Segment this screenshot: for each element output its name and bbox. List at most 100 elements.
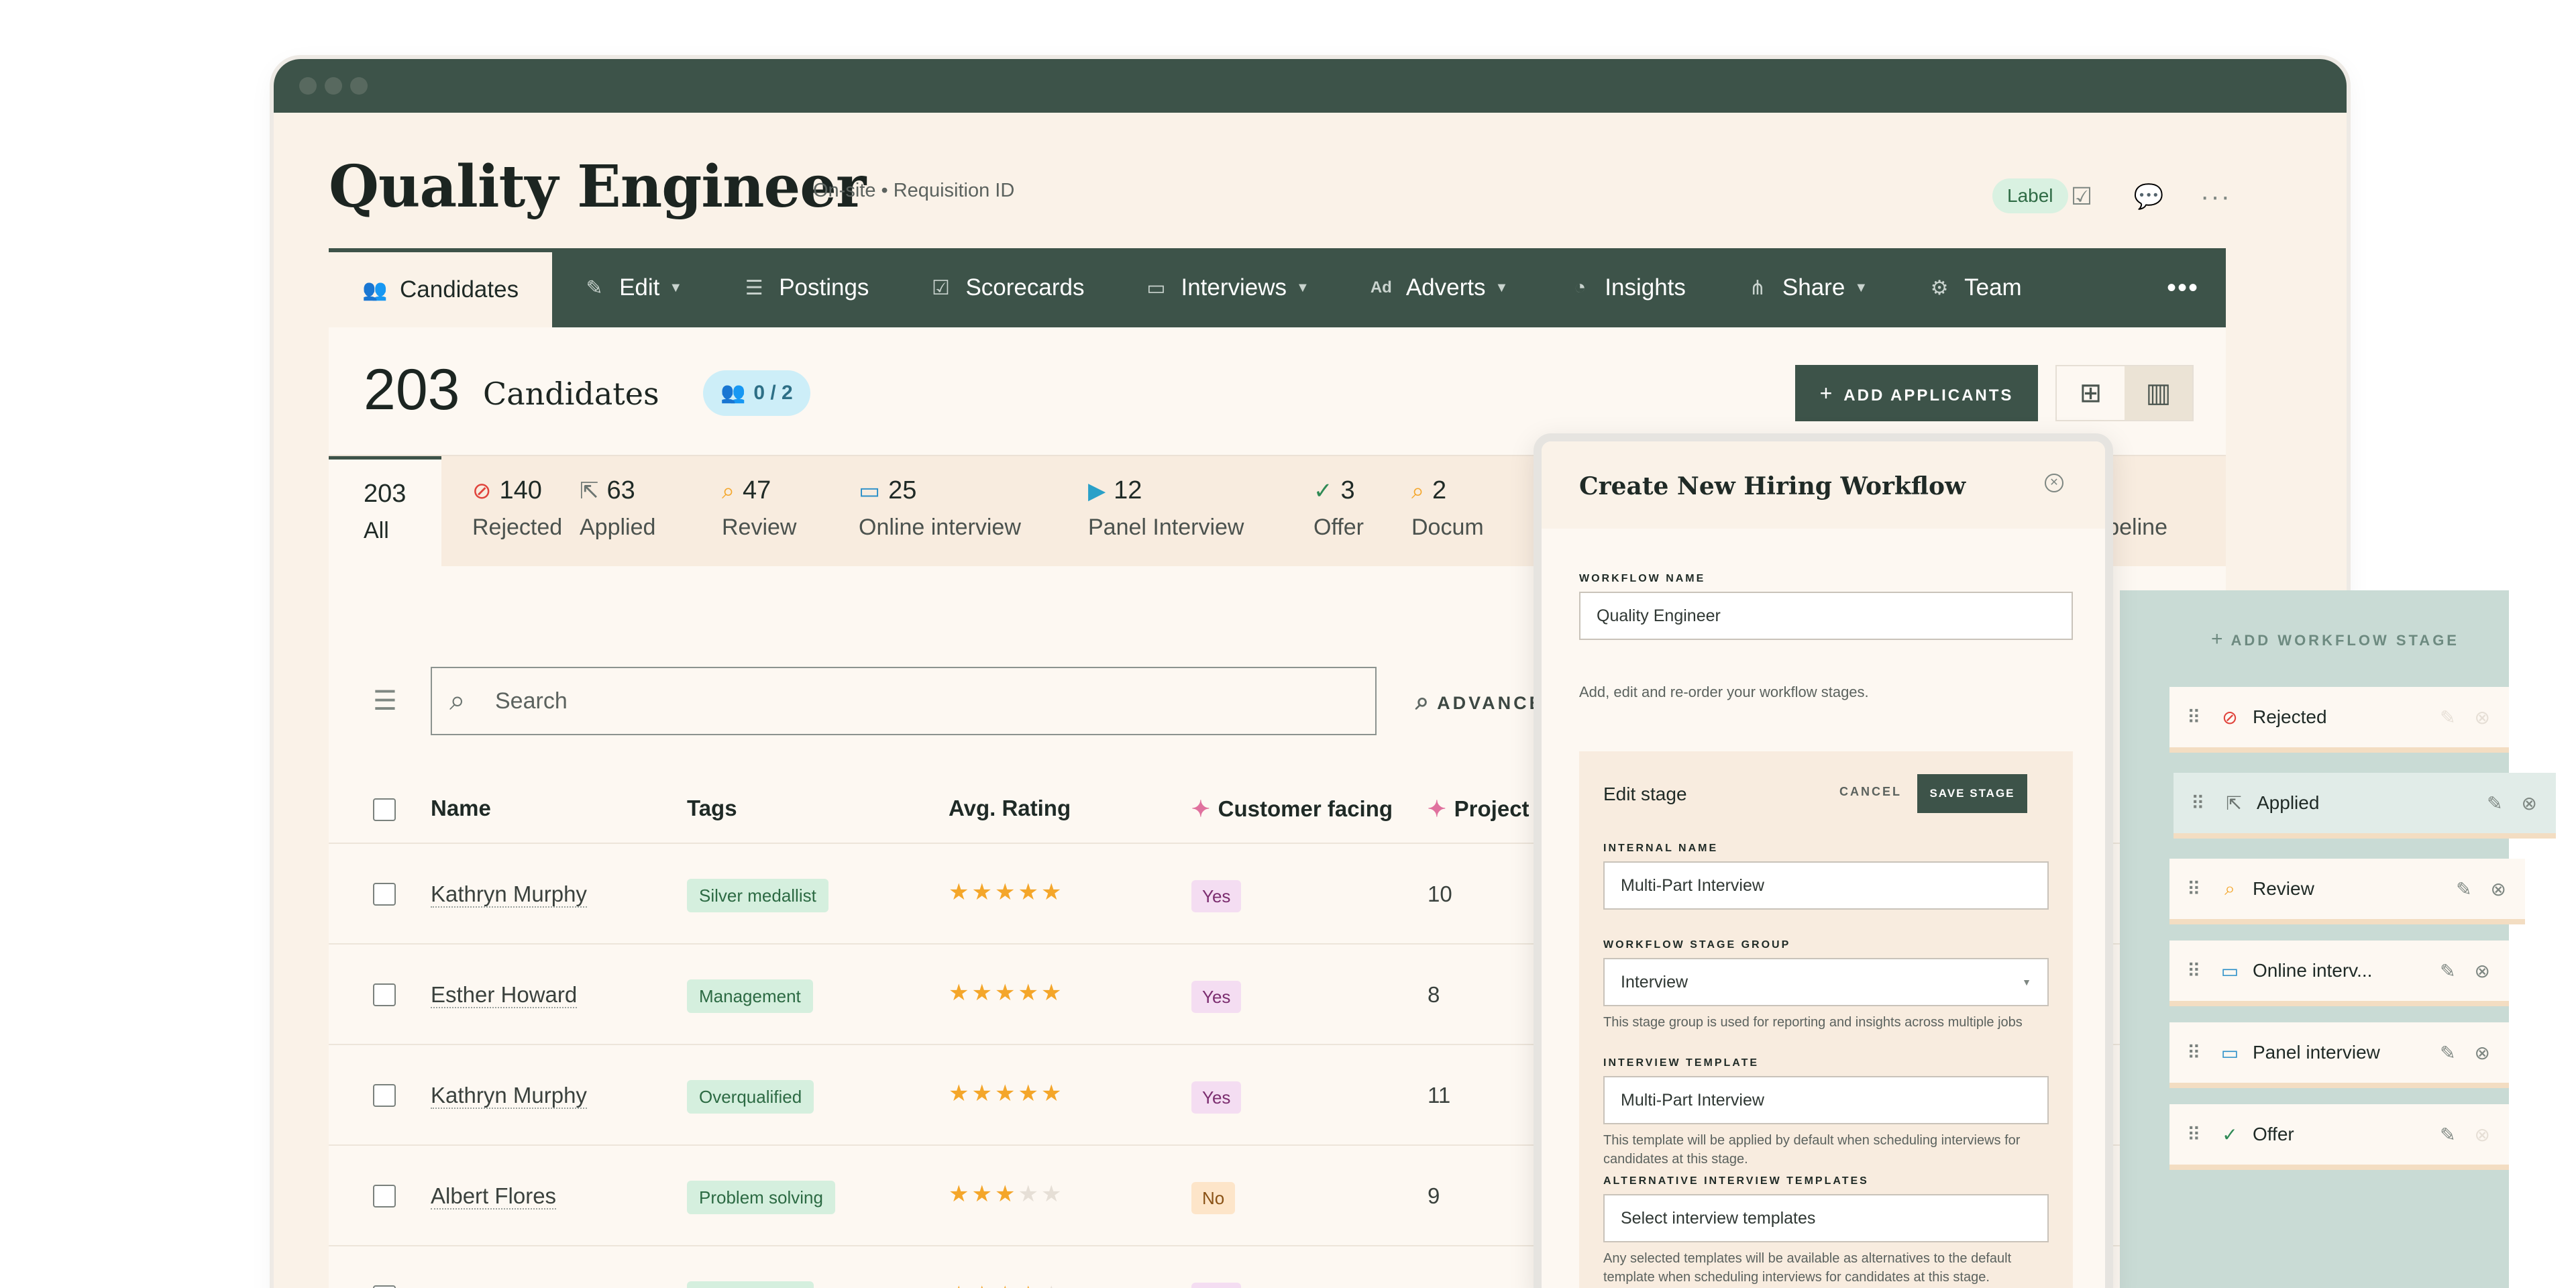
search-input[interactable] — [495, 668, 1360, 734]
drag-handle-icon[interactable]: ⠿ — [2191, 792, 2211, 814]
edit-icon[interactable]: ✎ — [2456, 878, 2471, 900]
workflow-stage-card[interactable]: ⠿ ▭ Panel interview ✎ ⊗ — [2169, 1022, 2509, 1088]
col-tags[interactable]: Tags — [687, 796, 737, 821]
tab-edit[interactable]: ✎ Edit ▼ — [552, 248, 712, 327]
drag-handle-icon[interactable]: ⠿ — [2187, 960, 2207, 982]
workflow-stage-label: Review — [2253, 878, 2314, 899]
candidate-name-link[interactable]: Kathryn Murphy — [431, 881, 587, 908]
workflow-stage-label: Rejected — [2253, 706, 2327, 727]
tab-insights[interactable]: ◔ Insights — [1538, 248, 1715, 327]
window-close-dot[interactable] — [299, 77, 317, 95]
tag-badge[interactable]: Management — [687, 979, 813, 1013]
select-all-checkbox[interactable] — [373, 798, 396, 821]
window-maximize-dot[interactable] — [350, 77, 368, 95]
drag-handle-icon[interactable]: ⠿ — [2187, 1042, 2207, 1064]
more-icon[interactable]: ··· — [2200, 181, 2231, 212]
add-applicants-button[interactable]: + ADD APPLICANTS — [1795, 365, 2038, 421]
list-view-icon[interactable]: ☰ — [373, 686, 397, 716]
workflow-stage-card[interactable]: ⠿ ▭ Online interv... ✎ ⊗ — [2169, 941, 2509, 1006]
remove-icon[interactable]: ⊗ — [2475, 1124, 2490, 1146]
candidate-name-link[interactable]: Kathryn Murphy — [431, 1083, 587, 1109]
stage-online-interview[interactable]: ▭ 25 Online interview — [859, 476, 1021, 541]
remove-icon[interactable]: ⊗ — [2491, 878, 2506, 900]
edit-icon[interactable]: ✎ — [2440, 1124, 2455, 1146]
tab-interviews[interactable]: ▭ Interviews ▼ — [1114, 248, 1338, 327]
candidate-name-cell: Kathryn Murphy — [431, 881, 587, 908]
sparkle-icon: ✦ — [1428, 796, 1446, 821]
workflow-stage-panel: + ADD WORKFLOW STAGE ⠿ ⊘ Rejected ✎ ⊗ ⠿ ⇱ Applie… — [2120, 590, 2556, 1288]
window-minimize-dot[interactable] — [325, 77, 342, 95]
stage-documents[interactable]: ⌕ 2 Docum — [1411, 476, 1484, 541]
remove-icon[interactable]: ⊗ — [2522, 792, 2537, 814]
edit-icon[interactable]: ✎ — [2487, 792, 2502, 814]
cancel-button[interactable]: CANCEL — [1839, 785, 1902, 799]
edit-icon[interactable]: ✎ — [2440, 706, 2455, 729]
col-customer-facing[interactable]: ✦ Customer facing — [1191, 796, 1393, 822]
tag-badge[interactable]: Overqualified — [687, 1080, 814, 1114]
workflow-name-input[interactable]: Quality Engineer — [1579, 592, 2073, 640]
workflow-stage-card[interactable]: ⠿ ⌕ Review ✎ ⊗ — [2169, 859, 2525, 924]
interview-template-input[interactable]: Multi-Part Interview — [1603, 1076, 2049, 1124]
stage-all[interactable]: 203 All — [329, 456, 441, 568]
stage-label: Offer — [1313, 515, 1364, 540]
alt-templates-select[interactable]: Select interview templates — [1603, 1194, 2049, 1242]
stage-group-select[interactable]: Interview ▼ — [1603, 958, 2049, 1006]
col-rating[interactable]: Avg. Rating — [949, 796, 1071, 821]
stage-offer[interactable]: ✓ 3 Offer — [1313, 476, 1364, 541]
close-icon[interactable]: ✕ — [2045, 474, 2063, 492]
drag-handle-icon[interactable]: ⠿ — [2187, 706, 2207, 729]
tab-share[interactable]: ⋔ Share ▼ — [1715, 248, 1897, 327]
tag-badge[interactable]: Silver medallist — [687, 879, 828, 912]
advanced-search-button[interactable]: ⌕ ADVANCE — [1415, 687, 1544, 716]
assigned-pill[interactable]: 👥 0 / 2 — [703, 370, 810, 416]
internal-name-input[interactable]: Multi-Part Interview — [1603, 861, 2049, 910]
label-badge[interactable]: Label — [1992, 178, 2068, 213]
stage-panel-interview[interactable]: ▶ 12 Panel Interview — [1088, 476, 1244, 541]
tab-team[interactable]: ⚙ Team — [1897, 248, 2051, 327]
save-stage-button[interactable]: SAVE STAGE — [1917, 774, 2027, 813]
remove-icon[interactable]: ⊗ — [2475, 960, 2490, 982]
grid-view-icon[interactable]: ⊞ — [2057, 366, 2125, 420]
candidate-name-link[interactable]: Cameron Williamson — [431, 1284, 635, 1288]
edit-icon[interactable]: ✎ — [2440, 960, 2455, 982]
drag-handle-icon[interactable]: ⠿ — [2187, 1124, 2207, 1146]
remove-icon[interactable]: ⊗ — [2475, 1042, 2490, 1064]
edit-icon[interactable]: ✎ — [2440, 1042, 2455, 1064]
workflow-stage-card[interactable]: ⠿ ⊘ Rejected ✎ ⊗ — [2169, 687, 2509, 753]
tab-scorecards[interactable]: ☑ Scorecards — [898, 248, 1114, 327]
tab-candidates[interactable]: 👥 Candidates — [329, 248, 553, 327]
task-check-icon[interactable]: ☑ — [2066, 181, 2097, 212]
tag-badge[interactable]: Problem solving — [687, 1181, 835, 1214]
drag-handle-icon[interactable]: ⠿ — [2187, 878, 2207, 900]
tag-badge[interactable]: Overqualified — [687, 1281, 814, 1288]
window-titlebar — [274, 59, 2347, 113]
workflow-stage-card[interactable]: ⠿ ✓ Offer ✎ ⊗ — [2169, 1104, 2509, 1170]
candidate-name-cell: Kathryn Murphy — [431, 1083, 587, 1109]
tab-adverts[interactable]: Ad Adverts ▼ — [1339, 248, 1538, 327]
comment-icon[interactable]: 💬 — [2133, 181, 2164, 212]
users-icon: 👥 — [362, 278, 388, 301]
stage-applied[interactable]: ⇱ 63 Applied — [580, 476, 655, 541]
col-project[interactable]: ✦ Project I — [1428, 796, 1542, 822]
row-checkbox[interactable] — [373, 883, 396, 906]
remove-icon[interactable]: ⊗ — [2475, 706, 2490, 729]
stage-label: Panel Interview — [1088, 515, 1244, 540]
nav-more-icon[interactable]: ••• — [2140, 273, 2226, 303]
col-label: Customer facing — [1218, 796, 1393, 821]
stage-review[interactable]: ⌕ 47 Review — [722, 476, 796, 541]
col-name[interactable]: Name — [431, 796, 491, 821]
row-checkbox[interactable] — [373, 1084, 396, 1107]
star-icon: ★ — [994, 980, 1018, 1006]
plus-icon: + — [2211, 628, 2223, 650]
tab-postings[interactable]: ☰ Postings — [712, 248, 898, 327]
workflow-stage-card[interactable]: ⠿ ⇱ Applied ✎ ⊗ — [2174, 773, 2556, 839]
stage-rejected[interactable]: ⊘ 140 Rejected — [472, 476, 562, 541]
row-checkbox[interactable] — [373, 1185, 396, 1208]
stage-count: 2 — [1432, 476, 1447, 504]
candidate-name-link[interactable]: Albert Flores — [431, 1183, 557, 1210]
candidate-name-link[interactable]: Esther Howard — [431, 982, 578, 1008]
row-checkbox[interactable] — [373, 983, 396, 1006]
add-workflow-stage-button[interactable]: + ADD WORKFLOW STAGE — [2211, 628, 2459, 651]
column-view-icon[interactable]: ▥ — [2125, 366, 2192, 420]
row-checkbox[interactable] — [373, 1285, 396, 1288]
